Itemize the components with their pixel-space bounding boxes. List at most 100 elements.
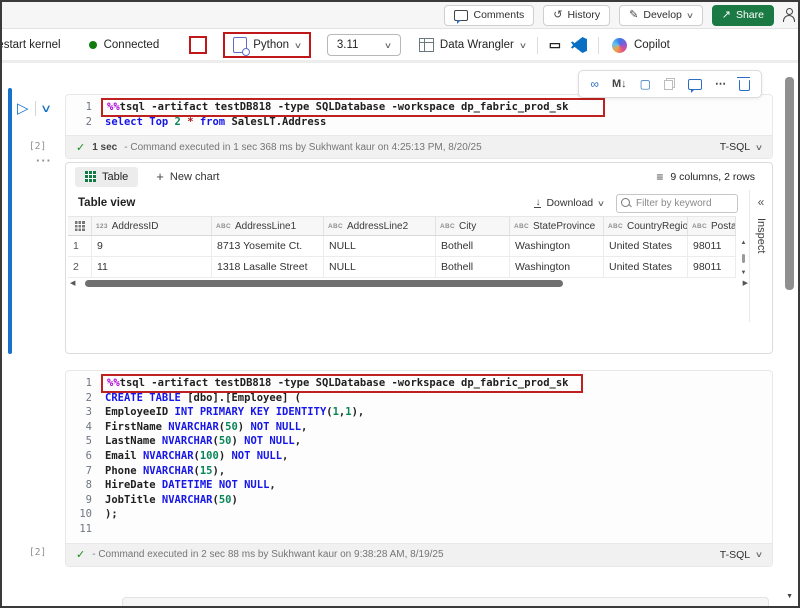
cell-run-controls: ▷ ∨: [17, 101, 50, 116]
status-text: - Command executed in 2 sec 88 ms by Suk…: [92, 549, 443, 560]
code-token: NOT NULL: [219, 479, 270, 491]
frame-icon[interactable]: ▭: [549, 37, 561, 53]
history-button[interactable]: ↺ History: [543, 5, 610, 26]
develop-button[interactable]: ✎ Develop ∨: [619, 5, 703, 26]
code-line[interactable]: 1%%tsql -artifact testDB818 -type SQLDat…: [66, 100, 772, 115]
next-cell-partial[interactable]: [122, 597, 769, 608]
code-token: tsql -artifact testDB818 -type SQLDataba…: [120, 377, 569, 389]
table-cell[interactable]: 98011: [688, 236, 736, 257]
line-number: 7: [66, 464, 105, 479]
inspect-tab[interactable]: Inspect: [755, 218, 767, 253]
code-token: 100: [200, 450, 219, 462]
scrollbar-track[interactable]: [77, 280, 740, 288]
row-number-cell[interactable]: 1: [68, 236, 92, 257]
focus-cell-icon[interactable]: ▢: [640, 78, 651, 90]
language-selector[interactable]: Python: [253, 39, 289, 51]
table-row[interactable]: 198713 Yosemite Ct.NULLBothellWashington…: [68, 236, 750, 257]
chevron-down-icon: ∨: [686, 11, 694, 20]
table-cell[interactable]: United States: [604, 257, 688, 278]
code-line[interactable]: 8HireDate DATETIME NOT NULL,: [66, 478, 772, 493]
header-cell[interactable]: ABCAddressLine2: [324, 216, 436, 236]
code-line[interactable]: 2select Top 2 * from SalesLT.Address: [66, 115, 772, 130]
code-line[interactable]: 6Email NVARCHAR(100) NOT NULL,: [66, 449, 772, 464]
header-cell[interactable]: ABCAddressLine1: [212, 216, 324, 236]
vscode-icon[interactable]: [571, 37, 587, 53]
code-cell-2[interactable]: 1%%tsql -artifact testDB818 -type SQLDat…: [65, 370, 773, 567]
header-cell[interactable]: ABCStateProvince: [510, 216, 604, 236]
code-line[interactable]: 3EmployeeID INT PRIMARY KEY IDENTITY(1,1…: [66, 405, 772, 420]
collapse-cell-icon[interactable]: ∨: [40, 102, 52, 115]
run-cell-icon[interactable]: ▷: [17, 101, 29, 116]
scroll-left-icon[interactable]: ◀: [68, 280, 77, 287]
column-type-icon: ABC: [216, 223, 231, 230]
restart-kernel-button[interactable]: Restart kernel: [2, 39, 61, 51]
download-button[interactable]: ↓ Download ∨: [534, 197, 604, 209]
convert-to-markdown-icon[interactable]: M↓: [612, 79, 627, 90]
select-all-cell[interactable]: [68, 216, 92, 236]
table-cell[interactable]: Washington: [510, 236, 604, 257]
page-scrollbar-thumb[interactable]: [785, 77, 794, 290]
table-cell[interactable]: 9: [92, 236, 212, 257]
account-avatar-icon[interactable]: [783, 8, 796, 22]
scrollbar-thumb[interactable]: [85, 280, 563, 287]
code-editor[interactable]: 1%%tsql -artifact testDB818 -type SQLDat…: [66, 95, 772, 135]
more-options-icon[interactable]: ⋯: [715, 79, 726, 90]
code-line[interactable]: 1%%tsql -artifact testDB818 -type SQLDat…: [66, 376, 772, 391]
code-line[interactable]: 7Phone NVARCHAR(15),: [66, 464, 772, 479]
copilot-label: Copilot: [634, 39, 670, 51]
tab-table[interactable]: Table: [75, 167, 138, 187]
header-cell[interactable]: ABCPostalCode: [688, 216, 736, 236]
python-version-dropdown[interactable]: 3.11 ∨: [327, 34, 401, 56]
copilot-button[interactable]: Copilot: [612, 38, 670, 53]
table-cell[interactable]: 8713 Yosemite Ct.: [212, 236, 324, 257]
line-number: 9: [66, 493, 105, 508]
cell-language-dropdown[interactable]: T-SQL ∨: [720, 549, 762, 561]
status-duration: 1 sec: [92, 142, 117, 153]
code-line[interactable]: 2CREATE TABLE [dbo].[Employee] (: [66, 391, 772, 406]
code-line[interactable]: 11: [66, 522, 772, 537]
add-cell-hover-dots[interactable]: ···: [36, 153, 52, 168]
table-row[interactable]: 2111318 Lasalle StreetNULLBothellWashing…: [68, 257, 750, 278]
table-cell[interactable]: 11: [92, 257, 212, 278]
code-line[interactable]: 5LastName NVARCHAR(50) NOT NULL,: [66, 434, 772, 449]
code-editor[interactable]: 1%%tsql -artifact testDB818 -type SQLDat…: [66, 371, 772, 543]
cell-language-dropdown[interactable]: T-SQL ∨: [720, 141, 762, 153]
line-number: 10: [66, 507, 105, 522]
scrollbar-thumb[interactable]: [742, 254, 745, 263]
delete-cell-icon[interactable]: [739, 80, 750, 91]
table-cell[interactable]: NULL: [324, 236, 436, 257]
share-button[interactable]: ↗ Share: [712, 5, 774, 26]
row-number-cell[interactable]: 2: [68, 257, 92, 278]
copilot-icon[interactable]: ∞: [590, 78, 599, 90]
table-cell[interactable]: 98011: [688, 257, 736, 278]
scroll-down-icon[interactable]: ▼: [786, 593, 793, 600]
data-wrangler-button[interactable]: Data Wrangler ∨: [419, 38, 526, 52]
table-cell[interactable]: Bothell: [436, 236, 510, 257]
filter-input[interactable]: [616, 194, 738, 213]
new-chart-button[interactable]: + New chart: [156, 169, 219, 184]
code-token: ,: [269, 479, 275, 491]
scroll-down-icon[interactable]: ▼: [741, 270, 747, 276]
table-cell[interactable]: Washington: [510, 257, 604, 278]
table-cell[interactable]: 1318 Lasalle Street: [212, 257, 324, 278]
header-cell[interactable]: ABCCity: [436, 216, 510, 236]
code-line[interactable]: 9JobTitle NVARCHAR(50): [66, 493, 772, 508]
table-cell[interactable]: NULL: [324, 257, 436, 278]
comments-button[interactable]: Comments: [444, 5, 534, 26]
copy-cell-icon[interactable]: [664, 78, 675, 90]
chevron-down-icon: ∨: [294, 41, 302, 50]
code-line[interactable]: 10);: [66, 507, 772, 522]
code-cell-1[interactable]: 1%%tsql -artifact testDB818 -type SQLDat…: [65, 94, 773, 159]
code-token: tsql -artifact testDB818 -type SQLDataba…: [120, 101, 569, 113]
scroll-up-icon[interactable]: ▲: [741, 240, 747, 246]
filter-icon[interactable]: ≡: [656, 170, 663, 184]
table-horizontal-scrollbar[interactable]: ◀ ▶: [68, 278, 750, 289]
comment-icon[interactable]: [688, 79, 702, 90]
code-text: JobTitle NVARCHAR(50): [105, 493, 238, 508]
table-cell[interactable]: Bothell: [436, 257, 510, 278]
header-cell[interactable]: 123AddressID: [92, 216, 212, 236]
table-cell[interactable]: United States: [604, 236, 688, 257]
code-line[interactable]: 4FirstName NVARCHAR(50) NOT NULL,: [66, 420, 772, 435]
expand-panel-icon[interactable]: «: [758, 195, 765, 209]
header-cell[interactable]: ABCCountryRegion: [604, 216, 688, 236]
